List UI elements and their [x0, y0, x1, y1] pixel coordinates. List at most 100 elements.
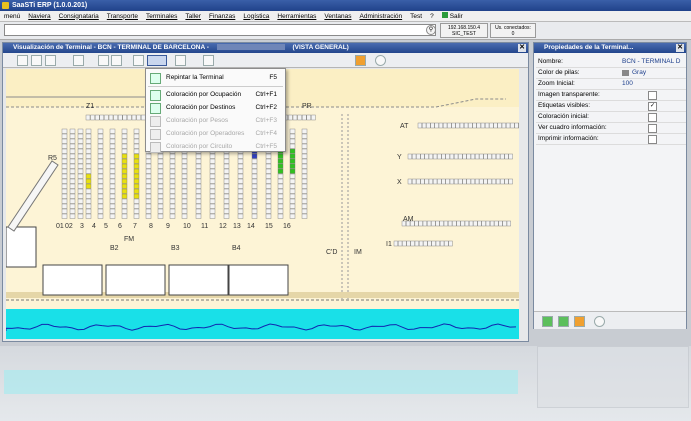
container-slot — [410, 240, 415, 247]
row-number-label: 10 — [183, 223, 191, 230]
container-slot — [209, 183, 216, 189]
property-row[interactable]: Imprimir información: — [536, 134, 686, 145]
property-value[interactable]: BCN - TERMINAL D — [622, 57, 681, 67]
coloring-menu-button[interactable] — [147, 55, 167, 66]
menu-item-herramientas[interactable]: Herramientas — [273, 13, 320, 20]
menu-item-naviera[interactable]: Naviera — [24, 13, 54, 20]
container-slot — [223, 153, 230, 159]
container-slot — [157, 163, 164, 169]
property-checkbox[interactable]: ✓ — [648, 102, 657, 111]
help-icon[interactable] — [375, 55, 386, 66]
open-icon[interactable] — [31, 55, 42, 66]
layers-icon[interactable] — [73, 55, 84, 66]
menu-item-label: Coloración por Pesos — [166, 117, 229, 124]
menu-item-logistica[interactable]: Logística — [239, 13, 273, 20]
container-slot — [85, 188, 92, 194]
select-icon[interactable] — [111, 55, 122, 66]
menu-coloring-destinations[interactable]: Coloración por Destinos Ctrl+F2 — [146, 101, 285, 114]
container-slot — [209, 213, 216, 219]
container-slot — [265, 198, 272, 204]
container-slot — [77, 153, 84, 159]
container-slot — [61, 133, 68, 139]
container-slot — [427, 240, 432, 247]
container-slot — [449, 178, 454, 185]
container-slot — [69, 203, 76, 209]
pointer-icon[interactable] — [98, 55, 109, 66]
app-title-bar: SaaSTi ERP (1.0.0.201) — [0, 0, 691, 11]
container-slot — [157, 213, 164, 219]
container-slot — [121, 158, 128, 164]
menu-item-finanzas[interactable]: Finanzas — [205, 13, 239, 20]
menu-item-transporte[interactable]: Transporte — [103, 13, 142, 20]
menu-repaint-terminal[interactable]: Repintar la Terminal F5 — [146, 71, 285, 84]
property-checkbox[interactable] — [648, 113, 657, 122]
zoom-icon[interactable] — [133, 55, 144, 66]
property-value[interactable]: 100 — [622, 79, 633, 89]
container-slot — [181, 213, 188, 219]
paint-icon[interactable] — [175, 55, 186, 66]
menu-item-label: Coloración por Ocupación — [166, 91, 242, 98]
menu-item-test[interactable]: Test — [406, 13, 426, 20]
container-slot — [69, 138, 76, 144]
container-slot — [437, 153, 442, 160]
property-checkbox[interactable] — [648, 91, 657, 100]
container-slot — [441, 153, 446, 160]
container-slot — [277, 203, 284, 209]
menu-item-terminales[interactable]: Terminales — [142, 13, 181, 20]
menu-coloring-occupation[interactable]: Coloración por Ocupación Ctrl+F1 — [146, 88, 285, 101]
coloring-dropdown-menu: Repintar la Terminal F5 Coloración por O… — [145, 68, 286, 153]
property-row[interactable]: Etiquetas visibles: ✓ — [536, 101, 686, 112]
export-icon[interactable] — [574, 316, 585, 327]
zone-label-cd: C'D — [326, 249, 338, 256]
container-slot — [133, 168, 140, 174]
tools-icon[interactable] — [45, 55, 56, 66]
property-checkbox[interactable] — [648, 124, 657, 133]
help-icon[interactable] — [594, 316, 605, 327]
container-slot — [414, 240, 419, 247]
menu-item-ventanas[interactable]: Ventanas — [320, 13, 355, 20]
export-icon[interactable] — [355, 55, 366, 66]
properties-close-icon[interactable]: ✕ — [676, 44, 684, 52]
refresh-icon[interactable] — [203, 55, 214, 66]
container-slot — [416, 153, 421, 160]
menu-item-taller[interactable]: Taller — [181, 13, 205, 20]
property-row[interactable]: Nombre: BCN - TERMINAL D — [536, 57, 686, 68]
command-input[interactable] — [4, 24, 436, 36]
new-icon[interactable] — [17, 55, 28, 66]
property-value[interactable]: Gray — [622, 68, 646, 78]
command-search-icon[interactable]: ⚲ — [426, 25, 436, 35]
container-slot — [504, 153, 509, 160]
property-row[interactable]: Coloración inicial: — [536, 112, 686, 123]
property-row[interactable]: Ver cuadro información: — [536, 123, 686, 134]
container-slot — [473, 220, 478, 227]
property-row[interactable]: Imagen transparente: — [536, 90, 686, 101]
property-row[interactable]: Zoom Inicial: 100 — [536, 79, 686, 90]
menu-item-administracion[interactable]: Administración — [356, 13, 407, 20]
menu-item-menu[interactable]: menú — [0, 13, 24, 20]
container-slot — [133, 148, 140, 154]
container-slot — [277, 183, 284, 189]
container-slot — [133, 213, 140, 219]
container-slot — [476, 122, 481, 129]
menu-item-help[interactable]: ? — [426, 13, 438, 20]
zone-label-b4: B4 — [232, 245, 241, 252]
container-slot — [506, 122, 511, 129]
menu-item-salir[interactable]: Salir — [438, 12, 467, 20]
container-slot — [223, 183, 230, 189]
circuit-icon — [150, 142, 161, 153]
close-icon[interactable]: ✕ — [518, 44, 526, 52]
property-row[interactable]: Color de pilas: Gray — [536, 68, 686, 79]
property-checkbox[interactable] — [648, 135, 657, 144]
container-slot — [428, 178, 433, 185]
container-slot — [61, 193, 68, 199]
save-icon[interactable] — [558, 316, 569, 327]
container-slot — [109, 143, 116, 149]
redacted-block — [216, 44, 285, 51]
container-slot — [265, 183, 272, 189]
container-slot — [69, 143, 76, 149]
accept-icon[interactable] — [542, 316, 553, 327]
menu-item-consignataria[interactable]: Consignataria — [55, 13, 103, 20]
container-slot — [61, 128, 68, 134]
container-slot — [97, 173, 104, 179]
warehouse-left — [6, 226, 37, 268]
